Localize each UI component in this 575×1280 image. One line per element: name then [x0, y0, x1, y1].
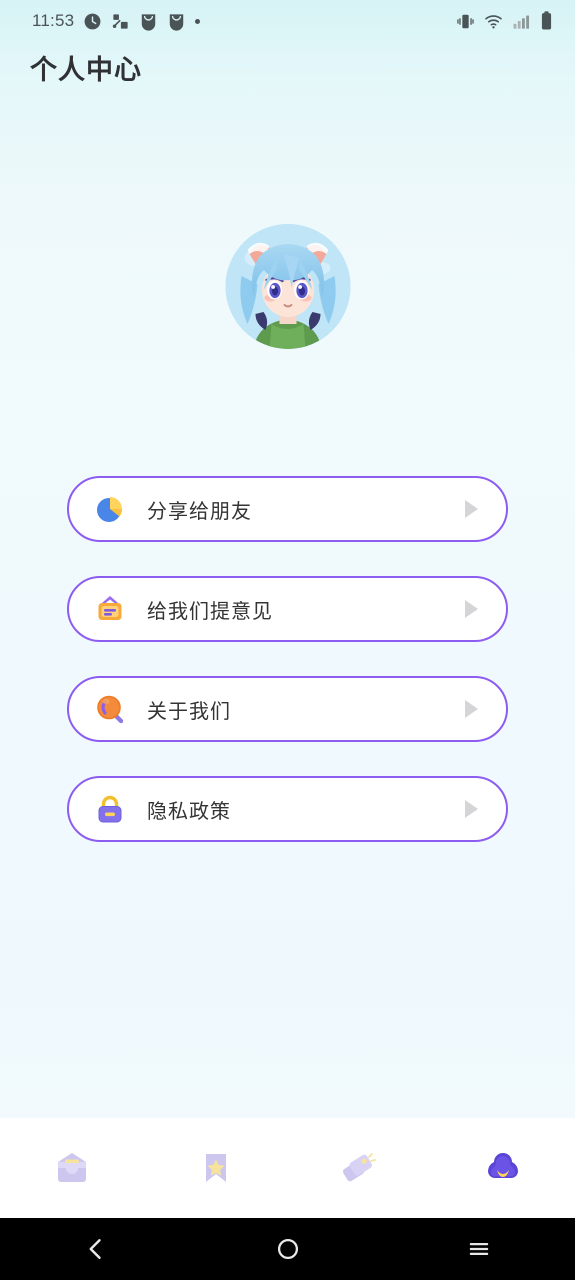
battery-icon — [541, 11, 552, 30]
menu-item-label: 给我们提意见 — [147, 598, 273, 623]
pie-share-icon — [93, 492, 127, 526]
android-system-nav — [0, 1218, 575, 1280]
menu-item-about-us[interactable]: 关于我们 — [67, 676, 508, 742]
menu-item-send-feedback[interactable]: 给我们提意见 — [67, 576, 508, 642]
magnifier-about-icon — [93, 692, 127, 726]
notification-dot-icon — [195, 18, 201, 24]
price-tags-icon — [336, 1145, 382, 1191]
menu-item-label: 关于我们 — [147, 698, 231, 723]
clock-icon — [84, 13, 101, 29]
vibrate-icon — [457, 14, 474, 28]
feedback-sign-icon — [93, 592, 127, 626]
status-bar: 11:53 — [0, 0, 575, 42]
cellular-signal-icon — [513, 15, 530, 29]
tab-favorites[interactable] — [144, 1118, 288, 1218]
chevron-right-icon — [465, 800, 478, 818]
tab-profile[interactable] — [431, 1118, 575, 1218]
back-button[interactable] — [0, 1235, 192, 1263]
share-nodes-icon — [113, 13, 128, 29]
page-title: 个人中心 — [30, 55, 142, 86]
status-bar-left: 11:53 — [32, 11, 201, 31]
menu-item-share-with-friends[interactable]: 分享给朋友 — [67, 476, 508, 542]
home-button[interactable] — [192, 1236, 384, 1262]
anime-character-illustration — [225, 224, 350, 349]
back-chevron-icon — [89, 1239, 101, 1259]
menu-item-privacy-policy[interactable]: 隐私政策 — [67, 776, 508, 842]
padlock-privacy-icon — [93, 792, 127, 826]
menu-item-label: 分享给朋友 — [147, 498, 252, 523]
chevron-right-icon — [465, 500, 478, 518]
recents-button[interactable] — [383, 1236, 575, 1262]
download-bag-icon-2 — [170, 13, 184, 31]
inbox-box-icon — [49, 1145, 95, 1191]
chevron-right-icon — [465, 600, 478, 618]
cloud-profile-icon — [480, 1145, 526, 1191]
tab-inbox[interactable] — [0, 1118, 144, 1218]
recents-menu-icon — [469, 1242, 489, 1256]
user-avatar-image[interactable] — [225, 224, 350, 349]
wifi-icon — [485, 14, 502, 28]
status-bar-right — [456, 11, 553, 31]
settings-menu-list: 分享给朋友 给我们提意见 关于我们 隐私政策 — [67, 476, 508, 876]
chevron-right-icon — [465, 700, 478, 718]
avatar[interactable] — [225, 224, 350, 349]
status-time: 11:53 — [32, 11, 75, 30]
app-screen: 11:53 个人中心 分享给朋友 给我们提意见 关于我们 隐私政策 — [0, 0, 575, 1280]
tab-tags[interactable] — [288, 1118, 432, 1218]
menu-item-label: 隐私政策 — [147, 798, 231, 823]
bookmark-star-icon — [193, 1145, 239, 1191]
bottom-tab-bar — [0, 1118, 575, 1218]
download-bag-icon — [142, 13, 156, 31]
home-circle-icon — [277, 1238, 298, 1260]
